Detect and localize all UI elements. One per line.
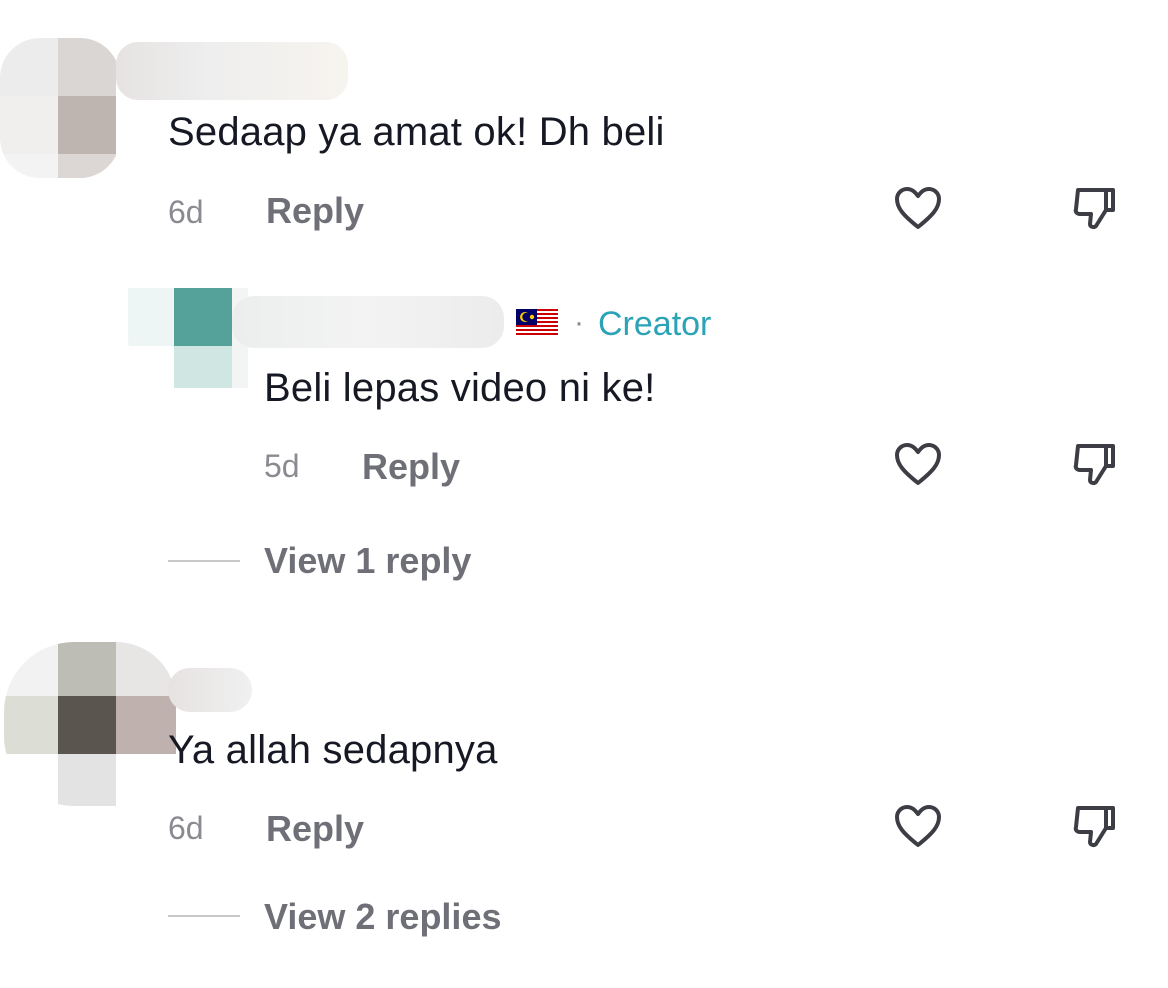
replies-divider [168, 915, 240, 917]
view-replies-button[interactable]: View 1 reply [264, 540, 471, 582]
heart-outline-icon [893, 803, 943, 854]
dislike-button[interactable] [1068, 802, 1120, 854]
creator-badge: Creator [598, 305, 712, 343]
comment-text: Beli lepas video ni ke! [264, 366, 656, 410]
badge-separator: · [574, 306, 584, 339]
malaysia-flag-icon [516, 309, 558, 337]
username-redacted[interactable] [232, 296, 504, 348]
avatar[interactable] [128, 288, 248, 388]
dislike-button[interactable] [1068, 440, 1120, 492]
thumbs-down-outline-icon [1070, 184, 1118, 237]
reply-button[interactable]: Reply [266, 808, 364, 850]
comment-text: Sedaap ya amat ok! Dh beli [168, 110, 665, 154]
reply-button[interactable]: Reply [362, 446, 460, 488]
comment-text: Ya allah sedapnya [168, 728, 498, 772]
comment-timestamp: 5d [264, 448, 300, 484]
comment-timestamp: 6d [168, 810, 204, 846]
like-button[interactable] [892, 802, 944, 854]
thumbs-down-outline-icon [1070, 440, 1118, 493]
like-button[interactable] [892, 440, 944, 492]
username-redacted[interactable] [168, 668, 252, 712]
heart-outline-icon [893, 185, 943, 236]
thumbs-down-outline-icon [1070, 802, 1118, 855]
avatar[interactable] [0, 38, 120, 178]
username-redacted[interactable] [116, 42, 348, 100]
dislike-button[interactable] [1068, 184, 1120, 236]
avatar[interactable] [4, 642, 176, 806]
replies-divider [168, 560, 240, 562]
comment-timestamp: 6d [168, 194, 204, 230]
view-replies-button[interactable]: View 2 replies [264, 896, 501, 938]
like-button[interactable] [892, 184, 944, 236]
reply-button[interactable]: Reply [266, 190, 364, 232]
heart-outline-icon [893, 441, 943, 492]
